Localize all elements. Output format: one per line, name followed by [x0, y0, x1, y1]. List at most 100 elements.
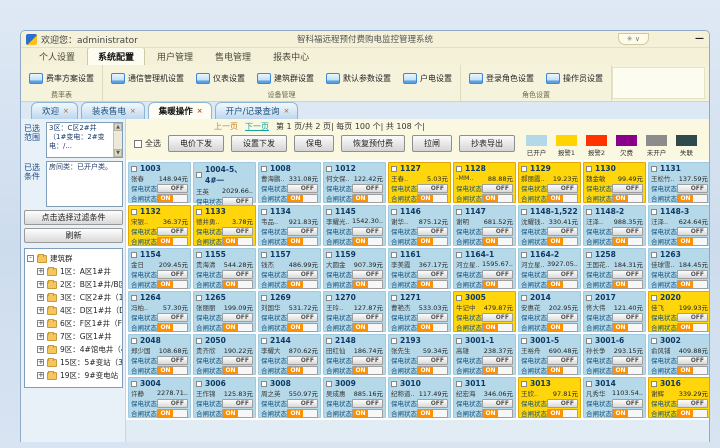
card-checkbox[interactable] — [521, 209, 527, 215]
protect-toggle-off[interactable]: OFF — [482, 184, 513, 193]
card-checkbox[interactable] — [456, 209, 462, 215]
card-checkbox[interactable] — [261, 295, 267, 301]
protect-toggle-off[interactable]: OFF — [547, 227, 578, 236]
card-checkbox[interactable] — [651, 338, 657, 344]
protect-toggle-off[interactable]: OFF — [677, 270, 708, 279]
protect-toggle-off[interactable]: OFF — [352, 270, 383, 279]
card-checkbox[interactable] — [456, 381, 462, 387]
card-checkbox[interactable] — [586, 338, 592, 344]
card-checkbox[interactable] — [326, 338, 332, 344]
card-checkbox[interactable] — [391, 338, 397, 344]
toolbar-button-3[interactable]: 保电 — [294, 135, 334, 152]
card-checkbox[interactable] — [651, 252, 657, 258]
expand-icon[interactable]: + — [37, 359, 44, 366]
toolbar-button-1[interactable]: 电价下发 — [168, 135, 224, 152]
protect-toggle-off[interactable]: OFF — [612, 356, 643, 365]
switch-toggle-on[interactable]: ON — [612, 280, 643, 289]
protect-toggle-off[interactable]: OFF — [352, 399, 383, 408]
tree-node[interactable]: +6区：F区1#井（F区1 — [27, 317, 120, 330]
protect-toggle-off[interactable]: OFF — [612, 313, 643, 322]
switch-toggle-on[interactable]: ON — [417, 237, 448, 246]
card-checkbox[interactable] — [131, 209, 137, 215]
protect-toggle-off[interactable]: OFF — [677, 356, 708, 365]
tree-node[interactable]: +2区：B区1#井/B区1#井 — [27, 278, 120, 291]
tab-close-icon[interactable]: × — [284, 107, 290, 115]
switch-toggle-on[interactable]: ON — [222, 323, 253, 332]
switch-toggle-on[interactable]: ON — [677, 366, 708, 375]
protect-toggle-off[interactable]: OFF — [482, 313, 513, 322]
menu-item-1[interactable]: 个人设置 — [29, 48, 85, 65]
switch-toggle-on[interactable]: ON — [547, 366, 578, 375]
protect-toggle-off[interactable]: OFF — [157, 356, 188, 365]
switch-toggle-on[interactable]: ON — [612, 194, 643, 203]
switch-toggle-on[interactable]: ON — [352, 237, 383, 246]
protect-toggle-off[interactable]: OFF — [287, 399, 318, 408]
card-checkbox[interactable] — [586, 381, 592, 387]
ribbon-button[interactable]: 费率方案设置 — [27, 72, 96, 85]
card-checkbox[interactable] — [521, 338, 527, 344]
tab-3[interactable]: 集暖操作× — [148, 102, 212, 119]
switch-toggle-on[interactable]: ON — [222, 280, 253, 289]
card-checkbox[interactable] — [651, 381, 657, 387]
protect-toggle-off[interactable]: OFF — [287, 313, 318, 322]
ribbon-button[interactable]: 户电设置 — [401, 72, 454, 85]
switch-toggle-on[interactable]: ON — [482, 237, 513, 246]
switch-toggle-on[interactable]: ON — [157, 366, 188, 375]
tree-node[interactable]: +7区：G区1#井 — [27, 330, 120, 343]
card-checkbox[interactable] — [651, 209, 657, 215]
refresh-button[interactable]: 刷新 — [24, 228, 123, 243]
card-checkbox[interactable] — [586, 252, 592, 258]
protect-toggle-off[interactable]: OFF — [677, 184, 708, 193]
card-checkbox[interactable] — [196, 338, 202, 344]
menu-item-3[interactable]: 用户管理 — [147, 48, 203, 65]
tree-root[interactable]: -建筑群 — [27, 252, 120, 265]
card-checkbox[interactable] — [131, 252, 137, 258]
switch-toggle-on[interactable]: ON — [547, 409, 578, 418]
prev-page-link[interactable]: 上一页 — [214, 121, 238, 132]
card-checkbox[interactable] — [456, 295, 462, 301]
protect-toggle-off[interactable]: OFF — [157, 184, 188, 193]
expand-icon[interactable]: + — [37, 372, 44, 379]
range-scrollbar[interactable]: ▲ ▼ — [113, 123, 122, 157]
switch-toggle-on[interactable]: ON — [417, 409, 448, 418]
selected-condition-listbox[interactable]: 房间类：已开户类。 — [46, 161, 123, 207]
switch-toggle-on[interactable]: ON — [547, 323, 578, 332]
card-checkbox[interactable] — [391, 166, 397, 172]
protect-toggle-off[interactable]: OFF — [222, 356, 253, 365]
tab-close-icon[interactable]: × — [63, 107, 69, 115]
protect-toggle-off[interactable]: OFF — [612, 227, 643, 236]
protect-toggle-off[interactable]: OFF — [612, 184, 643, 193]
card-checkbox[interactable] — [391, 252, 397, 258]
switch-toggle-on[interactable]: ON — [612, 366, 643, 375]
switch-toggle-on[interactable]: ON — [287, 194, 318, 203]
tree-node[interactable]: +15区：5#变站（3#变 — [27, 356, 120, 369]
card-checkbox[interactable] — [521, 252, 527, 258]
ribbon-button[interactable]: 通信管理机设置 — [109, 72, 186, 85]
protect-toggle-off[interactable]: OFF — [222, 399, 253, 408]
switch-toggle-on[interactable]: ON — [287, 409, 318, 418]
protect-toggle-off[interactable]: OFF — [612, 399, 643, 408]
switch-toggle-on[interactable]: ON — [482, 194, 513, 203]
tree-node[interactable]: +4区：D区1#井（D区1 — [27, 304, 120, 317]
card-checkbox[interactable] — [456, 252, 462, 258]
protect-toggle-off[interactable]: OFF — [352, 356, 383, 365]
protect-toggle-off[interactable]: OFF — [222, 227, 253, 236]
toolbar-button-2[interactable]: 设置下发 — [231, 135, 287, 152]
protect-toggle-off[interactable]: OFF — [417, 184, 448, 193]
protect-toggle-off[interactable]: OFF — [547, 356, 578, 365]
switch-toggle-on[interactable]: ON — [612, 323, 643, 332]
tab-close-icon[interactable]: × — [197, 107, 203, 115]
ribbon-button[interactable]: 默认参数设置 — [324, 72, 393, 85]
protect-toggle-off[interactable]: OFF — [157, 227, 188, 236]
protect-toggle-off[interactable]: OFF — [157, 399, 188, 408]
protect-toggle-off[interactable]: OFF — [482, 270, 513, 279]
card-checkbox[interactable] — [196, 252, 202, 258]
card-checkbox[interactable] — [326, 295, 332, 301]
scroll-down-icon[interactable]: ▼ — [114, 149, 122, 157]
protect-toggle-off[interactable]: OFF — [222, 313, 253, 322]
choose-filter-button[interactable]: 点击选择过滤条件 — [24, 210, 123, 225]
expand-icon[interactable]: + — [37, 268, 44, 275]
switch-toggle-on[interactable]: ON — [222, 237, 253, 246]
switch-toggle-on[interactable]: ON — [417, 323, 448, 332]
toolbar-button-6[interactable]: 抄表导出 — [459, 135, 515, 152]
